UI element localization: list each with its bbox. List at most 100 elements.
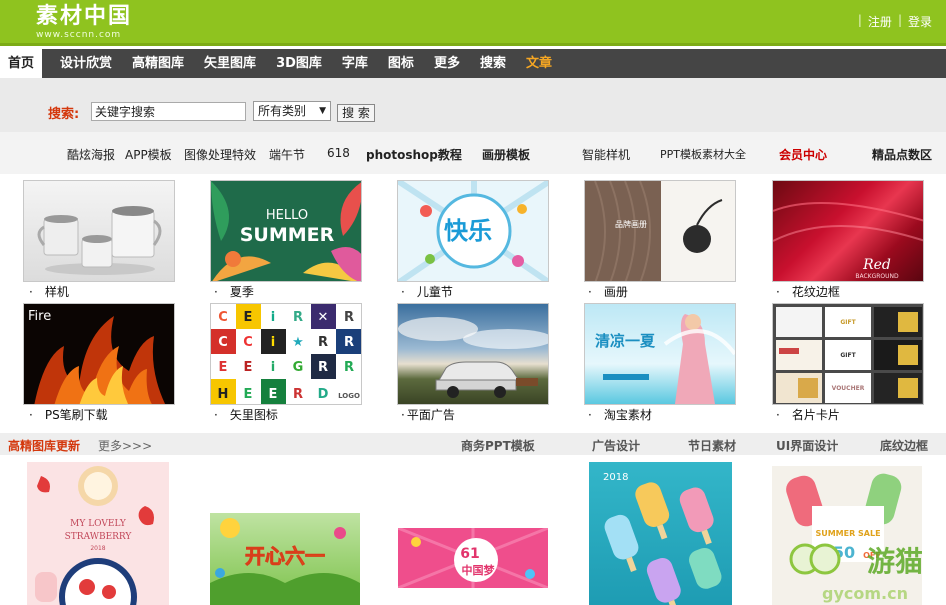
keyword-link[interactable]: 端午节 (269, 146, 305, 163)
nav-hd-gallery[interactable]: 高精图库 (122, 49, 194, 78)
category-select-value: 所有类别 (258, 104, 307, 118)
section-link[interactable]: 节日素材 (688, 437, 736, 454)
thumb-kids-banner[interactable]: 开心六一 (210, 513, 360, 605)
thumb-mockup[interactable] (23, 180, 175, 282)
fire-image: Fire (28, 309, 166, 404)
section-title[interactable]: 高精图库更新 (8, 437, 80, 454)
svg-text:R: R (318, 335, 328, 350)
site-logo[interactable]: 素材中国 www.sccnn.com (36, 4, 132, 40)
thumb-caption[interactable]: · 花纹边框 (776, 283, 840, 300)
thumb-caption[interactable]: · 名片卡片 (776, 406, 840, 423)
site-header: 素材中国 www.sccnn.com | 注册 | 登录 (0, 0, 946, 46)
thumb-strawberry[interactable]: MY LOVELY STRAWBERRY 2018 (27, 462, 169, 605)
red-sub-text: BACKGROUND (855, 273, 899, 280)
svg-text:E: E (244, 310, 253, 325)
strawberry-year: 2018 (90, 545, 105, 552)
caption-text: 画册 (603, 285, 628, 299)
svg-text:R: R (293, 387, 303, 402)
svg-text:C: C (218, 335, 228, 350)
nav-fonts[interactable]: 字库 (332, 49, 378, 78)
keyword-link[interactable]: 酷炫海报 (67, 146, 115, 163)
business-cards-image: GIFT GIFT VOUCHER (776, 307, 922, 403)
caption-text: 儿童节 (416, 285, 453, 299)
keyword-link[interactable]: 图像处理特效 (184, 146, 256, 163)
user-links: | 注册 | 登录 (858, 13, 932, 30)
caption-text: 矢里图标 (229, 408, 278, 422)
thumb-taobao[interactable]: 清凉一夏 (584, 303, 736, 405)
chevron-down-icon: ▼ (319, 106, 326, 116)
svg-text:E: E (269, 387, 278, 402)
thumb-summer[interactable]: HELLO SUMMER (210, 180, 362, 282)
logo-grid-image: C E i R ✕ R C C i ★ R R E E i G R R H E … (211, 304, 361, 404)
svg-text:C: C (218, 310, 228, 325)
thumb-popsicles[interactable]: 2018 (589, 462, 732, 605)
keyword-link[interactable]: APP模板 (125, 146, 172, 163)
thumb-pattern-border[interactable]: Red BACKGROUND (772, 180, 924, 282)
strawberry-line1: MY LOVELY (70, 519, 127, 529)
section-link[interactable]: UI界面设计 (776, 437, 838, 454)
nav-home[interactable]: 首页 (0, 49, 43, 78)
keyword-link[interactable]: photoshop教程 (366, 146, 462, 163)
thumb-caption[interactable]: · 画册 (588, 283, 628, 300)
category-select[interactable]: 所有类别 ▼ (253, 101, 331, 121)
svg-text:G: G (293, 360, 304, 375)
section-link[interactable]: 商务PPT模板 (461, 437, 535, 454)
thumb-print-ad[interactable] (397, 303, 549, 405)
login-link[interactable]: 登录 (908, 13, 932, 30)
thumb-caption[interactable]: · 矢里图标 (214, 406, 278, 423)
keyword-link[interactable]: PPT模板素材大全 (660, 146, 746, 162)
thumb-caption[interactable]: · 淘宝素材 (588, 406, 652, 423)
strawberry-line2: STRAWBERRY (65, 532, 133, 542)
brochure-text: 品牌画册 (615, 219, 647, 229)
thumb-caption[interactable]: · 儿童节 (401, 283, 453, 300)
search-input[interactable] (91, 102, 246, 121)
pink-banner-text: 中国梦 (462, 563, 496, 577)
register-link[interactable]: 注册 (868, 13, 892, 30)
summer-title-text: SUMMER (240, 224, 335, 246)
thumb-business-cards[interactable]: GIFT GIFT VOUCHER (772, 303, 924, 405)
member-center-link[interactable]: 会员中心 (779, 146, 827, 163)
thumb-vector-icons[interactable]: C E i R ✕ R C C i ★ R R E E i G R R H E … (210, 303, 362, 405)
watermark-logo: 游猫 gycom.cn (789, 543, 923, 603)
thumb-ps-brush[interactable]: Fire (23, 303, 175, 405)
watermark-text: 游猫 (867, 545, 923, 578)
nav-more[interactable]: 更多 (424, 49, 470, 78)
caption-text: 淘宝素材 (603, 408, 652, 422)
nav-design-showcase[interactable]: 设计欣赏 (42, 49, 122, 78)
thumb-brochure[interactable]: 品牌画册 (584, 180, 736, 282)
svg-text:✕: ✕ (318, 310, 329, 325)
svg-text:R: R (344, 335, 354, 350)
thumb-caption[interactable]: · 样机 (29, 283, 69, 300)
bullet: · (401, 285, 405, 299)
thumb-caption[interactable]: · PS笔刷下载 (29, 406, 108, 423)
thumb-kids-day[interactable]: 快乐 (397, 180, 549, 282)
keyword-link[interactable]: 智能样机 (582, 146, 630, 163)
thumb-caption[interactable]: · 夏季 (214, 283, 254, 300)
bullet: · (29, 285, 33, 299)
search-button[interactable]: 搜 索 (337, 104, 375, 122)
more-link[interactable]: 更多>>> (98, 437, 152, 454)
nav-vector-gallery[interactable]: 矢里图库 (194, 49, 266, 78)
nav-articles[interactable]: 文章 (516, 49, 562, 78)
keyword-link[interactable]: 618 (327, 146, 350, 160)
keyword-link[interactable]: 精品点数区 (872, 146, 932, 163)
bullet: · (401, 408, 405, 422)
summer-image: HELLO SUMMER (211, 181, 361, 281)
thumb-caption[interactable]: · 平面广告 (401, 406, 455, 423)
nav-search[interactable]: 搜索 (470, 49, 516, 78)
logo-url: www.sccnn.com (36, 30, 122, 40)
nav-icons[interactable]: 图标 (378, 49, 424, 78)
pink-banner-image: 61 中国梦 (398, 528, 548, 588)
separator: | (897, 13, 902, 27)
hot-keywords: 酷炫海报 APP模板 图像处理特效 端午节 618 photoshop教程 画册… (0, 132, 946, 174)
keyword-link[interactable]: 画册模板 (482, 146, 530, 163)
nav-3d-gallery[interactable]: 3D图库 (266, 49, 332, 78)
section-link[interactable]: 广告设计 (592, 437, 640, 454)
bullet: · (588, 408, 592, 422)
search-bar: 搜索: 所有类别 ▼ 搜 索 (0, 78, 946, 132)
caption-text: 夏季 (229, 285, 254, 299)
thumb-children-dream[interactable]: 61 中国梦 (398, 528, 548, 588)
section-link[interactable]: 底纹边框 (880, 437, 928, 454)
voucher-text: VOUCHER (832, 385, 865, 392)
caption-text: 花纹边框 (791, 285, 840, 299)
